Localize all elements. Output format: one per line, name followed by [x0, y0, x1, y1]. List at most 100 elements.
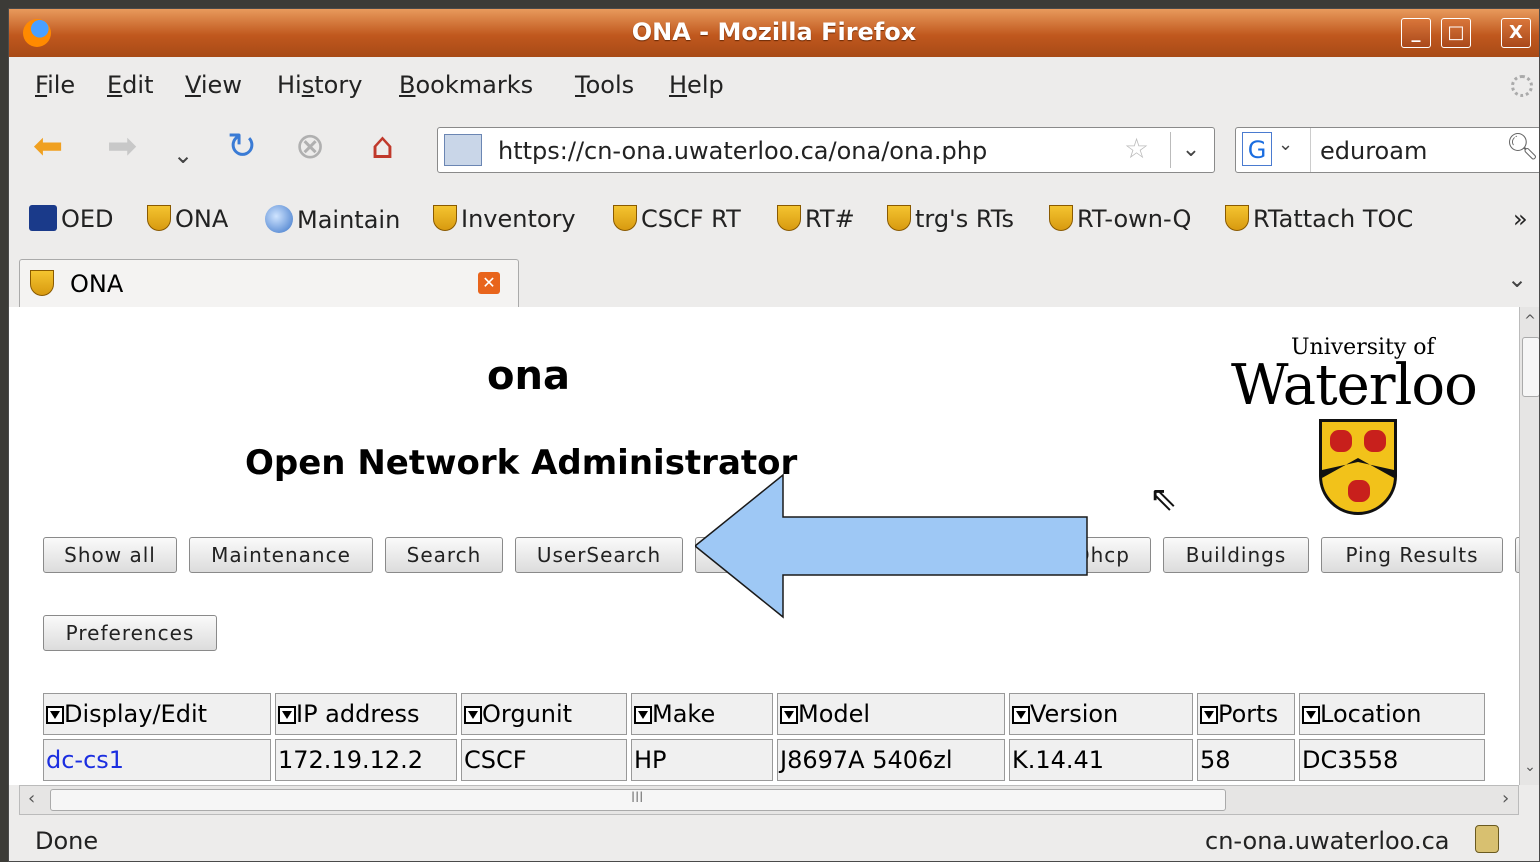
thumb-grip: III	[631, 790, 644, 806]
tab-ona[interactable]: ONA ✕	[19, 259, 519, 307]
column-header[interactable]: Version	[1009, 693, 1193, 735]
status-bar: Done cn-ona.uwaterloo.ca	[9, 815, 1539, 861]
home-icon[interactable]: ⌂	[371, 127, 394, 167]
mouse-cursor-icon: ⇖	[1149, 479, 1178, 519]
menu-edit[interactable]: Edit	[107, 71, 153, 99]
dropdown-icon[interactable]	[46, 706, 64, 724]
dropdown-icon[interactable]	[780, 706, 798, 724]
bookmark-maintain[interactable]: Maintain	[265, 205, 400, 234]
menu-view[interactable]: View	[185, 71, 242, 99]
url-dropdown-icon[interactable]: ⌄	[1170, 132, 1211, 168]
column-header[interactable]: IP address	[275, 693, 457, 735]
dropdown-icon[interactable]	[278, 706, 296, 724]
bookmark-star-icon[interactable]: ☆	[1124, 132, 1149, 165]
search-input[interactable]: eduroam	[1320, 137, 1427, 165]
url-bar[interactable]: https://cn-ona.uwaterloo.ca/ona/ona.php …	[437, 127, 1215, 173]
scroll-up-icon[interactable]: ^	[1522, 313, 1538, 333]
scroll-left-icon[interactable]: ‹	[28, 788, 35, 809]
bookmark-cscf-rt[interactable]: CSCF RT	[613, 205, 741, 233]
engine-dropdown-icon[interactable]: ⌄	[1278, 134, 1293, 155]
forward-icon[interactable]: ➡	[107, 127, 137, 167]
table-cell: 172.19.12.2	[275, 739, 457, 781]
horizontal-scroll-thumb[interactable]: III	[50, 789, 1226, 811]
close-window-button[interactable]: X	[1501, 18, 1531, 48]
tab-list-icon[interactable]: ⌄	[1507, 265, 1527, 293]
search-button[interactable]: Search	[385, 537, 503, 573]
close-tab-icon[interactable]: ✕	[478, 272, 500, 294]
dropdown-icon[interactable]	[1012, 706, 1030, 724]
table-cell: K.14.41	[1009, 739, 1193, 781]
maintenance-button[interactable]: Maintenance	[189, 537, 373, 573]
tab-bar: ONA ✕ ⌄	[9, 253, 1539, 307]
bookmarks-toolbar: OED ONA Maintain Inventory CSCF RT RT# t…	[9, 191, 1539, 257]
stop-icon[interactable]: ⊗	[295, 127, 325, 167]
column-header[interactable]: Display/Edit	[43, 693, 271, 735]
dropdown-icon[interactable]	[634, 706, 652, 724]
table-cell: CSCF	[461, 739, 627, 781]
logo-waterloo: Waterloo	[1231, 353, 1478, 418]
vertical-scrollbar[interactable]: ^ ⌄	[1519, 307, 1539, 785]
page-heading: ona	[487, 353, 570, 399]
waterloo-shield-icon	[1319, 419, 1397, 515]
table-cell: J8697A 5406zl	[777, 739, 1005, 781]
crest-icon	[1225, 205, 1249, 231]
table-cell-link[interactable]: dc-cs1	[43, 739, 271, 781]
menu-file[interactable]: File	[35, 71, 75, 99]
google-engine-icon[interactable]: G	[1242, 132, 1272, 166]
usersearch-button[interactable]: UserSearch	[515, 537, 683, 573]
menu-bar: File Edit View History Bookmarks Tools H…	[9, 57, 1539, 113]
bookmark-rt-number[interactable]: RT#	[777, 205, 855, 233]
crest-icon	[1049, 205, 1073, 231]
status-text: Done	[35, 827, 99, 855]
dropdown-icon[interactable]	[1302, 706, 1320, 724]
crest-icon	[613, 205, 637, 231]
bookmark-trgs-rts[interactable]: trg's RTs	[887, 205, 1014, 233]
page-content: ona Open Network Administrator Universit…	[9, 307, 1519, 785]
column-header[interactable]: Ports	[1197, 693, 1295, 735]
vertical-scroll-thumb[interactable]	[1522, 337, 1539, 397]
preferences-button[interactable]: Preferences	[43, 615, 217, 651]
menu-bookmarks[interactable]: Bookmarks	[399, 71, 533, 99]
url-input[interactable]: https://cn-ona.uwaterloo.ca/ona/ona.php	[498, 137, 987, 165]
column-header[interactable]: Orgunit	[461, 693, 627, 735]
ping-results-button[interactable]: Ping Results	[1321, 537, 1503, 573]
maximize-button[interactable]: □	[1441, 18, 1471, 48]
menu-history[interactable]: History	[277, 71, 362, 99]
bookmark-inventory[interactable]: Inventory	[433, 205, 576, 233]
column-header[interactable]: Model	[777, 693, 1005, 735]
crest-icon	[147, 205, 171, 231]
crest-icon	[433, 205, 457, 231]
bookmark-rtattach-toc[interactable]: RTattach TOC	[1225, 205, 1413, 233]
buildings-button[interactable]: Buildings	[1163, 537, 1309, 573]
device-table: Display/Edit IP address Orgunit Make Mod…	[39, 689, 1489, 785]
site-identity-icon[interactable]	[444, 134, 482, 166]
history-dropdown-icon[interactable]: ⌄	[173, 135, 193, 175]
bookmark-oed[interactable]: OED	[29, 205, 114, 233]
search-bar[interactable]: G ⌄ eduroam 🔍︎	[1235, 127, 1539, 173]
search-icon[interactable]: 🔍︎	[1506, 132, 1539, 162]
table-cell: HP	[631, 739, 773, 781]
menu-help[interactable]: Help	[669, 71, 724, 99]
lock-icon[interactable]	[1475, 825, 1499, 853]
column-header[interactable]: Make	[631, 693, 773, 735]
reload-icon[interactable]: ↻	[227, 127, 257, 167]
menu-tools[interactable]: Tools	[575, 71, 634, 99]
horizontal-scrollbar[interactable]: ‹ III ›	[19, 785, 1519, 815]
table-header-row: Display/Edit IP address Orgunit Make Mod…	[43, 693, 1485, 735]
scroll-down-icon[interactable]: ⌄	[1522, 759, 1538, 779]
back-icon[interactable]: ⬅	[33, 127, 63, 167]
crest-icon	[30, 270, 54, 296]
bookmark-ona[interactable]: ONA	[147, 205, 228, 233]
scroll-right-icon[interactable]: ›	[1502, 788, 1509, 809]
table-cell: DC3558	[1299, 739, 1485, 781]
navigation-toolbar: ⬅ ➡ ⌄ ↻ ⊗ ⌂ https://cn-ona.uwaterloo.ca/…	[9, 113, 1539, 191]
bookmark-rt-own-q[interactable]: RT-own-Q	[1049, 205, 1191, 233]
bookmarks-overflow-icon[interactable]: »	[1513, 205, 1528, 233]
dropdown-icon[interactable]	[464, 706, 482, 724]
tab-label: ONA	[70, 270, 124, 298]
browser-window: ONA - Mozilla Firefox _ □ X File Edit Vi…	[8, 8, 1540, 862]
show-all-button[interactable]: Show all	[43, 537, 177, 573]
column-header[interactable]: Location	[1299, 693, 1485, 735]
dropdown-icon[interactable]	[1200, 706, 1218, 724]
minimize-button[interactable]: _	[1401, 18, 1431, 48]
